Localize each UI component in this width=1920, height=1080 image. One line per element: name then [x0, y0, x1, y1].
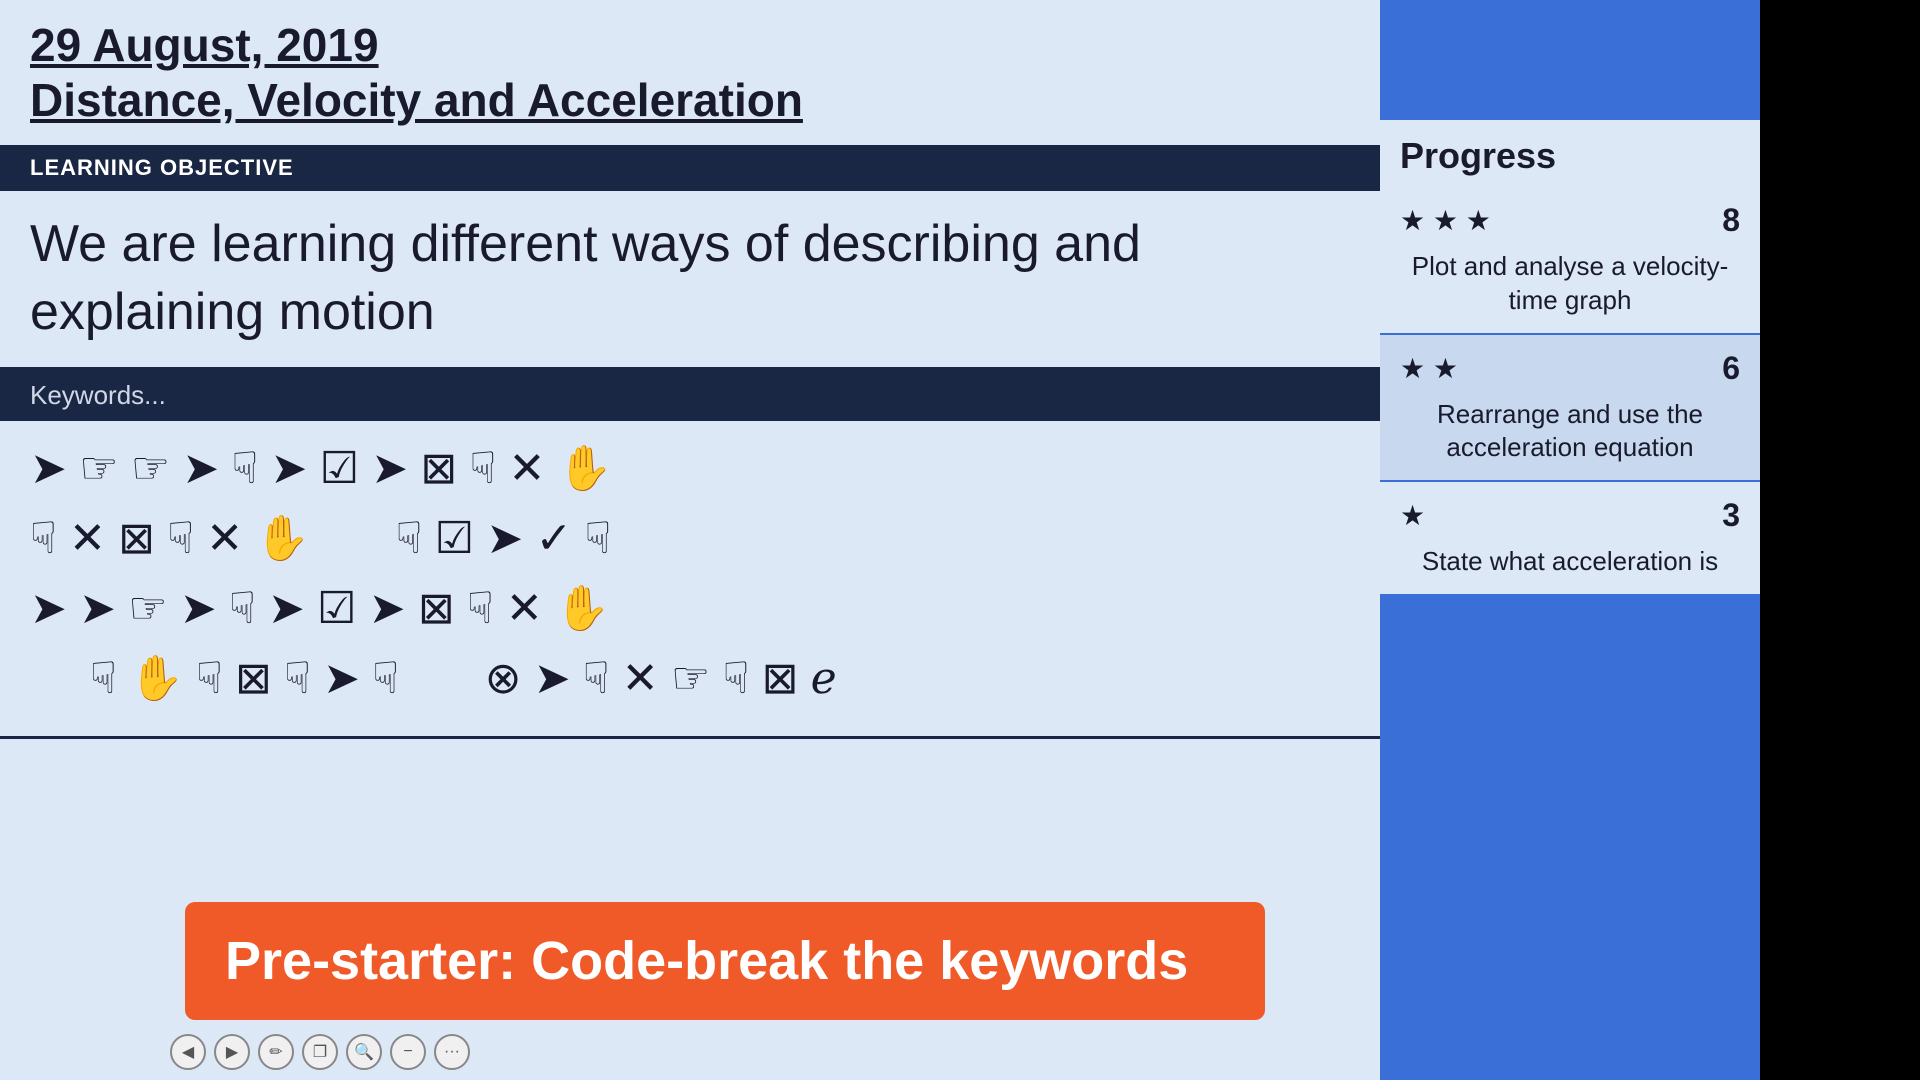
learning-objective-text: We are learning different ways of descri… — [0, 191, 1380, 366]
stars-3: ★ — [1400, 499, 1425, 532]
progress-item-3: ★ 3 State what acceleration is — [1380, 482, 1760, 594]
date-title: 29 August, 2019 — [30, 20, 1350, 71]
main-area: 29 August, 2019 Distance, Velocity and A… — [0, 0, 1380, 1080]
progress-desc-3: State what acceleration is — [1400, 545, 1740, 579]
search-button[interactable]: 🔍 — [346, 1034, 382, 1070]
progress-header: Progress — [1380, 120, 1760, 187]
symbol-row-1: ➤ ☞ ☞ ➤ ☟ ➤ ☑ ➤ ⊠ ☟ ✕ ✋ — [30, 436, 1350, 502]
toolbar: ◀ ▶ ✏ ❐ 🔍 − ··· — [170, 1034, 470, 1070]
symbol-row-3: ➤ ➤ ☞ ➤ ☟ ➤ ☑ ➤ ⊠ ☟ ✕ ✋ — [30, 576, 1350, 642]
stars-2: ★ ★ — [1400, 352, 1458, 385]
score-1: 8 — [1722, 202, 1740, 239]
keywords-content: ➤ ☞ ☞ ➤ ☟ ➤ ☑ ➤ ⊠ ☟ ✕ ✋ ☟ ✕ ⊠ ☟ ✕ ✋ ☟ ☑ … — [0, 421, 1380, 736]
more-button[interactable]: ··· — [434, 1034, 470, 1070]
progress-desc-2: Rearrange and use the acceleration equat… — [1400, 398, 1740, 466]
progress-item-2: ★ ★ 6 Rearrange and use the acceleration… — [1380, 335, 1760, 481]
stars-1: ★ ★ ★ — [1400, 204, 1491, 237]
sidebar-top — [1380, 0, 1760, 120]
learning-objective-bar: LEARNING OBJECTIVE — [0, 145, 1380, 191]
keywords-bar: Keywords... — [0, 370, 1380, 421]
progress-row-1: ★ ★ ★ 8 — [1400, 202, 1740, 239]
prestarter-text: Pre-starter: Code-break the keywords — [225, 931, 1188, 991]
next-button[interactable]: ▶ — [214, 1034, 250, 1070]
score-2: 6 — [1722, 350, 1740, 387]
header-section: 29 August, 2019 Distance, Velocity and A… — [0, 0, 1380, 145]
score-3: 3 — [1722, 497, 1740, 534]
progress-desc-1: Plot and analyse a velocity-time graph — [1400, 250, 1740, 318]
progress-title: Progress — [1400, 135, 1740, 177]
progress-row-2: ★ ★ 6 — [1400, 350, 1740, 387]
symbol-row-4: ☟ ✋ ☟ ⊠ ☟ ➤ ☟ ⊗ ➤ ☟ ✕ ☞ ☟ ⊠ ℯ — [30, 646, 1350, 712]
section-divider-2 — [0, 736, 1380, 739]
sidebar: Progress ★ ★ ★ 8 Plot and analyse a velo… — [1380, 0, 1760, 1080]
minus-button[interactable]: − — [390, 1034, 426, 1070]
copy-button[interactable]: ❐ — [302, 1034, 338, 1070]
sidebar-bottom — [1380, 594, 1760, 1080]
edit-button[interactable]: ✏ — [258, 1034, 294, 1070]
progress-item-1: ★ ★ ★ 8 Plot and analyse a velocity-time… — [1380, 187, 1760, 333]
prestarter-banner: Pre-starter: Code-break the keywords — [185, 902, 1265, 1020]
progress-row-3: ★ 3 — [1400, 497, 1740, 534]
subject-title: Distance, Velocity and Acceleration — [30, 71, 1350, 131]
symbol-row-2: ☟ ✕ ⊠ ☟ ✕ ✋ ☟ ☑ ➤ ✓ ☟ — [30, 506, 1350, 572]
prev-button[interactable]: ◀ — [170, 1034, 206, 1070]
